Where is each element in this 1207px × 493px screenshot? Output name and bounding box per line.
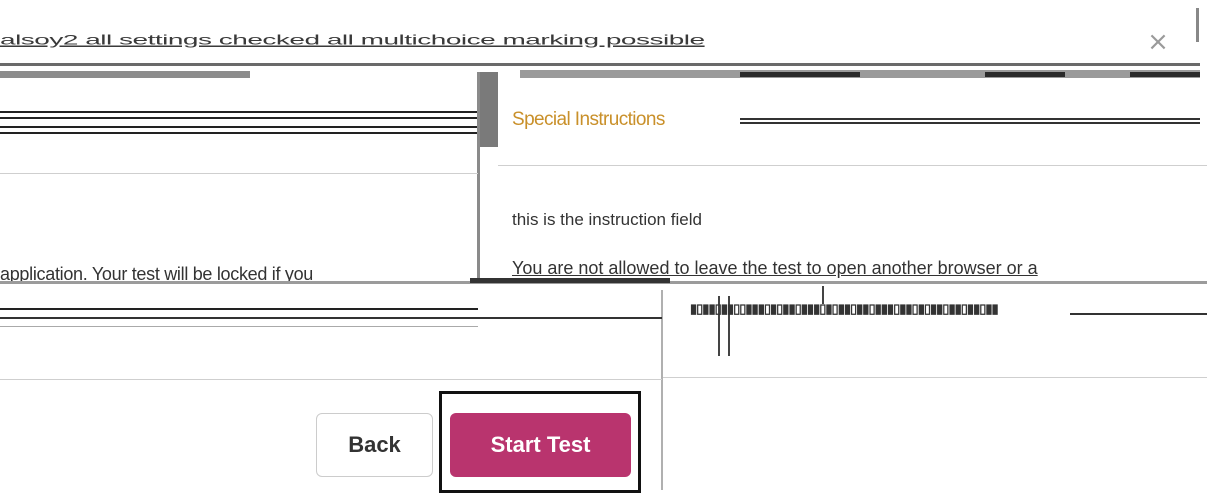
- divider: [498, 165, 1207, 166]
- glitch-stripe: [470, 278, 670, 283]
- divider: [0, 173, 478, 174]
- glitch-stripe: [740, 72, 860, 77]
- glitch-stripe: [1070, 313, 1207, 315]
- glitch-text: ▮▯▮▮▯▮▮▯▯▮▮▮▯▮▯▮▮▯▮▮▮▯▮▯▮▮▯▮▮▯▮▮▮▯▮▮▯▮▯▮…: [690, 302, 999, 316]
- glitch-stripe: [0, 317, 662, 319]
- heading-rule: [740, 118, 1200, 124]
- panel-divider: [661, 290, 663, 490]
- warning-text-right: You are not allowed to leave the test to…: [512, 258, 1038, 278]
- glitch-stripe: [0, 308, 478, 310]
- divider: [0, 379, 662, 380]
- instruction-text: this is the instruction field: [512, 210, 702, 229]
- test-start-screen: alsoy2 all settings checked all multicho…: [0, 0, 1207, 493]
- dialog-title: alsoy2 all settings checked all multicho…: [0, 32, 705, 48]
- glitch-stripe: [985, 72, 1065, 77]
- back-button[interactable]: Back: [316, 413, 433, 477]
- glitch-stripe: [0, 63, 1200, 66]
- glitch-stripe: [1130, 72, 1200, 77]
- glitch-stripe: [520, 70, 1200, 78]
- scrollbar-fragment: [1196, 8, 1199, 42]
- close-icon[interactable]: ×: [1146, 29, 1170, 55]
- section-rule: [0, 111, 480, 119]
- special-instructions-heading: Special Instructions: [512, 109, 665, 130]
- glitch-stripe: [0, 71, 250, 78]
- glitch-stripe: [0, 326, 478, 327]
- divider-shade: [480, 72, 498, 147]
- section-rule: [0, 126, 480, 134]
- divider: [663, 377, 1207, 378]
- start-test-button[interactable]: Start Test: [450, 413, 631, 477]
